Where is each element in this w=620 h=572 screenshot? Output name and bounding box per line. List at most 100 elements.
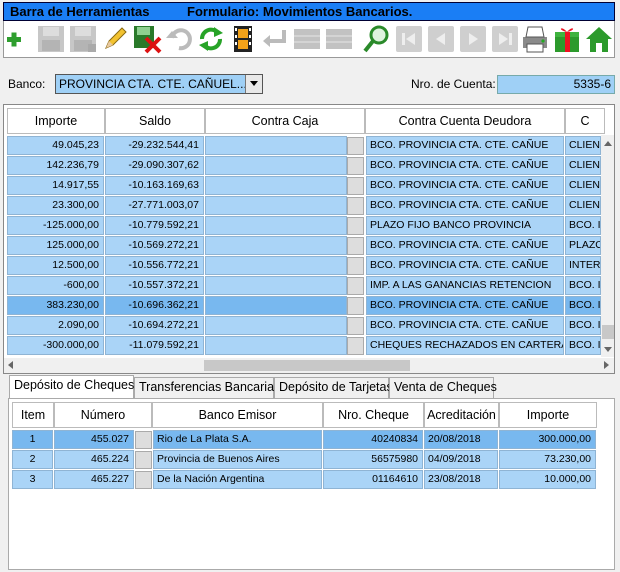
lookup-button[interactable] [347, 217, 364, 235]
cell-saldo[interactable]: -29.090.307,62 [105, 156, 204, 175]
cell-importe[interactable]: -300.000,00 [7, 336, 104, 355]
scroll-down-icon[interactable] [604, 347, 612, 352]
save-button[interactable] [36, 24, 66, 54]
column-header-numero[interactable]: Número [54, 402, 152, 428]
vertical-scrollbar[interactable] [601, 135, 614, 357]
scroll-left-icon[interactable] [8, 361, 13, 369]
cell-importe[interactable]: 73.230,00 [499, 450, 596, 469]
cell-acreditacion[interactable]: 20/08/2018 [424, 430, 498, 449]
cell-contra-caja[interactable] [205, 196, 347, 215]
lookup-button[interactable] [347, 137, 364, 155]
table-row[interactable]: -300.000,00 -11.079.592,21 CHEQUES RECHAZA… [4, 336, 604, 356]
cell-extra[interactable]: CLIEN [565, 136, 601, 155]
column-header-acreditacion[interactable]: Acreditación [424, 402, 499, 428]
banco-select[interactable]: PROVINCIA CTA. CTE. CAÑUEL... [55, 74, 263, 94]
tab-transferencias[interactable]: Transferencias Bancarias [134, 377, 280, 398]
grid-button[interactable] [292, 24, 322, 54]
cell-acreditacion[interactable]: 23/08/2018 [424, 470, 498, 489]
lookup-button[interactable] [135, 451, 152, 469]
previous-record-button[interactable] [426, 24, 456, 54]
cell-contra-cuenta-deudora[interactable]: BCO. PROVINCIA CTA. CTE. CAÑUE [366, 136, 564, 155]
column-header-extra[interactable]: C [565, 108, 605, 134]
cell-contra-cuenta-deudora[interactable]: BCO. PROVINCIA CTA. CTE. CAÑUE [366, 236, 564, 255]
cell-extra[interactable]: BCO. I [565, 216, 601, 235]
cell-saldo[interactable]: -10.694.272,21 [105, 316, 204, 335]
cell-item[interactable]: 2 [12, 450, 53, 469]
table-row[interactable]: 49.045,23 -29.232.544,41 BCO. PROVINCIA CT… [4, 136, 604, 156]
cell-contra-cuenta-deudora[interactable]: BCO. PROVINCIA CTA. CTE. CAÑUE [366, 196, 564, 215]
tab-deposito-cheques[interactable]: Depósito de Cheques [9, 375, 134, 399]
undo-button[interactable] [164, 24, 194, 54]
edit-button[interactable] [100, 24, 130, 54]
lookup-button[interactable] [347, 157, 364, 175]
lookup-button[interactable] [347, 277, 364, 295]
cell-numero[interactable]: 465.224 [54, 450, 134, 469]
table-row[interactable]: -600,00 -10.557.372,21 IMP. A LAS GANANCIA… [4, 276, 604, 296]
cell-contra-caja[interactable] [205, 236, 347, 255]
lookup-button[interactable] [135, 431, 152, 449]
cell-banco-emisor[interactable]: Rio de La Plata S.A. [153, 430, 322, 449]
delete-button[interactable] [132, 24, 162, 54]
cell-extra[interactable]: CLIEN [565, 156, 601, 175]
next-record-button[interactable] [458, 24, 488, 54]
cell-contra-caja[interactable] [205, 276, 347, 295]
column-header-nro-cheque[interactable]: Nro. Cheque [323, 402, 424, 428]
cell-extra[interactable]: BCO. I [565, 336, 601, 355]
cell-contra-cuenta-deudora[interactable]: BCO. PROVINCIA CTA. CTE. CAÑUE [366, 176, 564, 195]
print-button[interactable] [520, 24, 550, 54]
cell-importe[interactable]: 10.000,00 [499, 470, 596, 489]
cell-numero[interactable]: 465.227 [54, 470, 134, 489]
column-header-contra-cuenta-deudora[interactable]: Contra Cuenta Deudora [365, 108, 565, 134]
cell-contra-caja[interactable] [205, 296, 347, 315]
cell-saldo[interactable]: -10.696.362,21 [105, 296, 204, 315]
cell-acreditacion[interactable]: 04/09/2018 [424, 450, 498, 469]
enter-button[interactable] [260, 24, 290, 54]
cell-contra-caja[interactable] [205, 316, 347, 335]
cell-importe[interactable]: 300.000,00 [499, 430, 596, 449]
cell-importe[interactable]: -600,00 [7, 276, 104, 295]
scroll-right-icon[interactable] [604, 361, 609, 369]
table-row[interactable]: 2 465.224 Provincia de Buenos Aires 5657598… [9, 450, 599, 470]
cell-contra-cuenta-deudora[interactable]: CHEQUES RECHAZADOS EN CARTERA [366, 336, 564, 355]
cell-contra-caja[interactable] [205, 216, 347, 235]
cuenta-field[interactable]: 5335-6 [497, 75, 615, 94]
cell-saldo[interactable]: -10.556.772,21 [105, 256, 204, 275]
cell-importe[interactable]: 12.500,00 [7, 256, 104, 275]
cell-contra-caja[interactable] [205, 336, 347, 355]
cell-importe[interactable]: 125.000,00 [7, 236, 104, 255]
column-header-importe[interactable]: Importe [7, 108, 105, 134]
cell-contra-cuenta-deudora[interactable]: BCO. PROVINCIA CTA. CTE. CAÑUE [366, 156, 564, 175]
column-header-saldo[interactable]: Saldo [105, 108, 205, 134]
cell-importe[interactable]: 383.230,00 [7, 296, 104, 315]
cell-extra[interactable]: BCO. I [565, 316, 601, 335]
cell-contra-caja[interactable] [205, 136, 347, 155]
cell-extra[interactable]: BCO. I [565, 276, 601, 295]
cell-saldo[interactable]: -11.079.592,21 [105, 336, 204, 355]
table-row[interactable]: 2.090,00 -10.694.272,21 BCO. PROVINCIA CTA… [4, 316, 604, 336]
lookup-button[interactable] [347, 297, 364, 315]
table-row[interactable]: 1 455.027 Rio de La Plata S.A. 40240834 20/0… [9, 430, 599, 450]
cell-importe[interactable]: 14.917,55 [7, 176, 104, 195]
gift-button[interactable] [552, 24, 582, 54]
cell-saldo[interactable]: -10.779.592,21 [105, 216, 204, 235]
table-row[interactable]: 3 465.227 De la Nación Argentina 01164610 23… [9, 470, 599, 490]
search-button[interactable] [362, 24, 392, 54]
cell-contra-cuenta-deudora[interactable]: BCO. PROVINCIA CTA. CTE. CAÑUE [366, 256, 564, 275]
cell-saldo[interactable]: -27.771.003,07 [105, 196, 204, 215]
cell-contra-caja[interactable] [205, 156, 347, 175]
last-record-button[interactable] [490, 24, 520, 54]
chevron-down-icon[interactable] [245, 75, 262, 93]
table-row[interactable]: 142.236,79 -29.090.307,62 BCO. PROVINCIA C… [4, 156, 604, 176]
lookup-button[interactable] [347, 197, 364, 215]
cell-nro-cheque[interactable]: 01164610 [323, 470, 423, 489]
cell-importe[interactable]: 142.236,79 [7, 156, 104, 175]
cell-banco-emisor[interactable]: Provincia de Buenos Aires [153, 450, 322, 469]
cell-banco-emisor[interactable]: De la Nación Argentina [153, 470, 322, 489]
lookup-button[interactable] [135, 471, 152, 489]
cell-importe[interactable]: 2.090,00 [7, 316, 104, 335]
cell-extra[interactable]: CLIEN [565, 196, 601, 215]
cell-contra-caja[interactable] [205, 176, 347, 195]
save-as-button[interactable] [68, 24, 98, 54]
column-header-banco-emisor[interactable]: Banco Emisor [152, 402, 323, 428]
lookup-button[interactable] [347, 237, 364, 255]
